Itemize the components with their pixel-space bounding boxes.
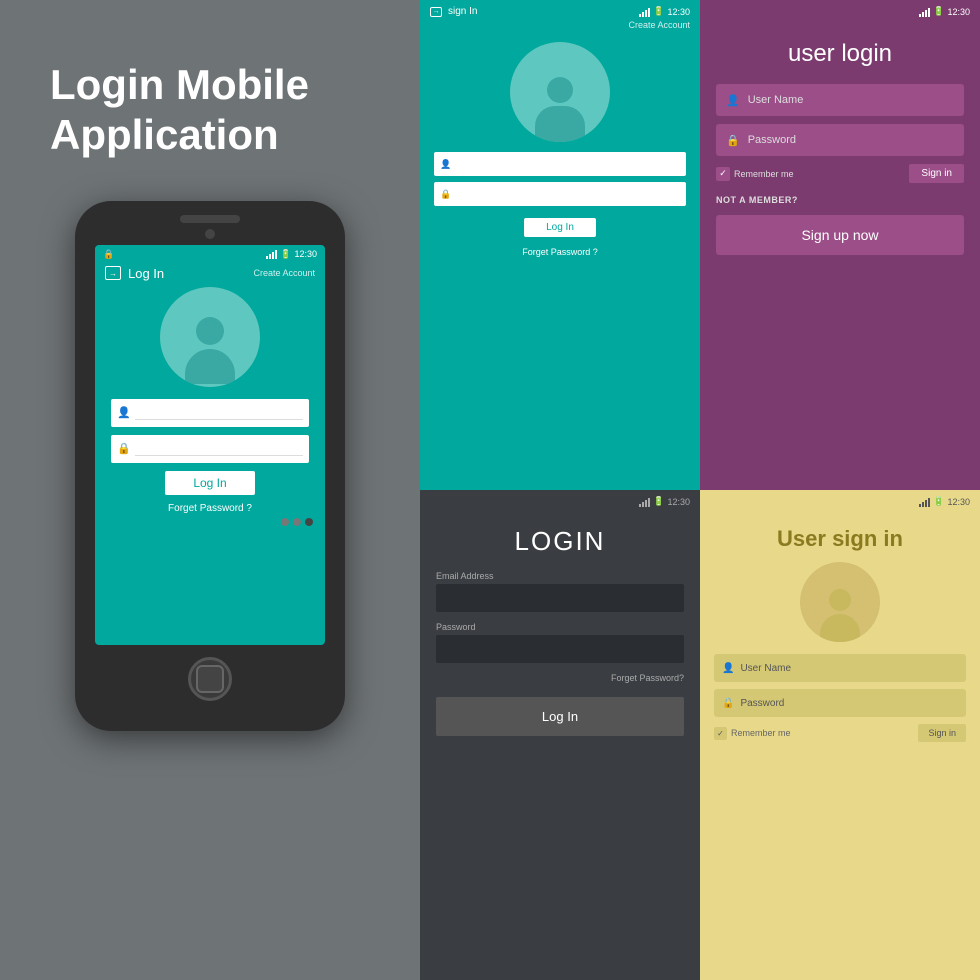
purple-password-field[interactable]: 🔒 Password — [716, 124, 964, 156]
teal-lock-icon: 🔒 — [440, 189, 452, 200]
yellow-sign-in-button[interactable]: Sign in — [918, 724, 966, 742]
teal-password-field[interactable]: 🔒 — [434, 182, 686, 206]
dark-status-icons: 🔋 12:30 — [639, 496, 690, 507]
arrow-icon: → — [105, 266, 121, 280]
teal-arrow-icon: → — [430, 7, 442, 17]
purple-sign-in-button[interactable]: Sign in — [909, 164, 964, 183]
avatar-head — [196, 317, 224, 345]
yellow-remember-left: ✓ Remember me — [714, 727, 791, 740]
phone-dots — [95, 518, 325, 526]
panel-purple-login: 🔋 12:30 user login 👤 User Name 🔒 Passwor… — [700, 0, 980, 490]
teal-avatar — [510, 42, 610, 142]
teal-signal — [639, 7, 650, 17]
phone-forget-password: Forget Password ? — [95, 503, 325, 514]
teal-avatar-body — [535, 106, 585, 142]
phone-camera — [205, 229, 215, 239]
yellow-status-icons: 🔋 12:30 — [919, 496, 970, 507]
dark-password-field[interactable] — [436, 635, 684, 663]
purple-title: user login — [700, 40, 980, 68]
phone-screen-header: → Log In Create Account — [95, 264, 325, 287]
phone-password-field[interactable]: 🔒 — [111, 435, 309, 463]
purple-lock-icon: 🔒 — [726, 134, 740, 147]
teal-status-icons: 🔋 12:30 — [639, 6, 690, 17]
yellow-signal — [919, 497, 930, 507]
dark-forget-password: Forget Password? — [420, 673, 700, 683]
purple-remember-row: ✓ Remember me Sign in — [700, 164, 980, 183]
teal-create-account[interactable]: Create Account — [420, 20, 700, 34]
teal-login-header-left: → sign In — [430, 6, 477, 17]
signal-bars — [266, 249, 277, 259]
panel-dark-login: 🔋 12:30 LOGIN Email Address Password For… — [420, 490, 700, 980]
teal-user-icon: 👤 — [440, 159, 452, 170]
dark-status-bar: 🔋 12:30 — [420, 490, 700, 510]
phone-avatar — [160, 287, 260, 387]
dark-password-label: Password — [420, 622, 700, 632]
dark-login-button[interactable]: Log In — [436, 697, 684, 736]
phone-time: 12:30 — [294, 249, 317, 259]
phone-username-field[interactable]: 👤 — [111, 399, 309, 427]
purple-not-member: NOT A MEMBER? — [700, 195, 980, 205]
user-icon: 👤 — [117, 406, 131, 420]
left-section: Login Mobile Application 🔒 — [0, 0, 420, 980]
phone-login-button[interactable]: Log In — [165, 471, 254, 495]
phone-body: 🔒 🔋 12:30 → — [75, 201, 345, 731]
phone-home-button[interactable] — [188, 657, 232, 701]
yellow-username-field[interactable]: 👤 User Name — [714, 654, 966, 682]
teal-login-button[interactable]: Log In — [524, 218, 596, 237]
yellow-status-bar: 🔋 12:30 — [700, 490, 980, 510]
yellow-title: User sign in — [700, 526, 980, 552]
main-title: Login Mobile Application — [50, 60, 350, 161]
purple-remember-left: ✓ Remember me — [716, 167, 794, 181]
avatar-silhouette — [180, 317, 240, 387]
dark-signal — [639, 497, 650, 507]
yellow-avatar — [800, 562, 880, 642]
yellow-remember-row: ✓ Remember me Sign in — [700, 724, 980, 742]
phone-lock-icon: 🔒 — [103, 249, 114, 260]
phone-login-label: → Log In — [105, 266, 164, 281]
purple-status-icons: 🔋 12:30 — [919, 6, 970, 17]
yellow-checkbox[interactable]: ✓ — [714, 727, 727, 740]
panel-teal-login: → sign In 🔋 12:30 Create Account — [420, 0, 700, 490]
phone-create-account[interactable]: Create Account — [253, 268, 315, 278]
phone-status-icons: 🔋 12:30 — [266, 249, 317, 260]
phone-mockup: 🔒 🔋 12:30 → — [75, 201, 345, 731]
yellow-lock-icon: 🔒 — [722, 698, 734, 709]
phone-screen: 🔒 🔋 12:30 → — [95, 245, 325, 645]
purple-username-field[interactable]: 👤 User Name — [716, 84, 964, 116]
right-panels: → sign In 🔋 12:30 Create Account — [420, 0, 980, 980]
panel-yellow-login: 🔋 12:30 User sign in 👤 User Name 🔒 Passw… — [700, 490, 980, 980]
yellow-user-icon: 👤 — [722, 663, 734, 674]
teal-status-bar: → sign In 🔋 12:30 — [420, 0, 700, 20]
purple-signal — [919, 7, 930, 17]
avatar-body — [185, 349, 235, 384]
purple-user-icon: 👤 — [726, 94, 740, 107]
teal-avatar-head — [547, 77, 573, 103]
dark-email-label: Email Address — [420, 571, 700, 581]
purple-status-bar: 🔋 12:30 — [700, 0, 980, 20]
phone-speaker — [180, 215, 240, 223]
home-button-inner — [196, 665, 224, 693]
teal-username-field[interactable]: 👤 — [434, 152, 686, 176]
purple-checkbox[interactable]: ✓ — [716, 167, 730, 181]
phone-battery-icon: 🔋 — [280, 249, 291, 260]
purple-signup-button[interactable]: Sign up now — [716, 215, 964, 255]
teal-forget-password: Forget Password ? — [420, 247, 700, 257]
yellow-password-field[interactable]: 🔒 Password — [714, 689, 966, 717]
lock-icon: 🔒 — [117, 442, 131, 456]
dark-email-field[interactable] — [436, 584, 684, 612]
dark-title: LOGIN — [420, 526, 700, 557]
yellow-avatar-body — [820, 614, 860, 642]
phone-status-bar: 🔒 🔋 12:30 — [95, 245, 325, 264]
yellow-avatar-head — [829, 589, 851, 611]
